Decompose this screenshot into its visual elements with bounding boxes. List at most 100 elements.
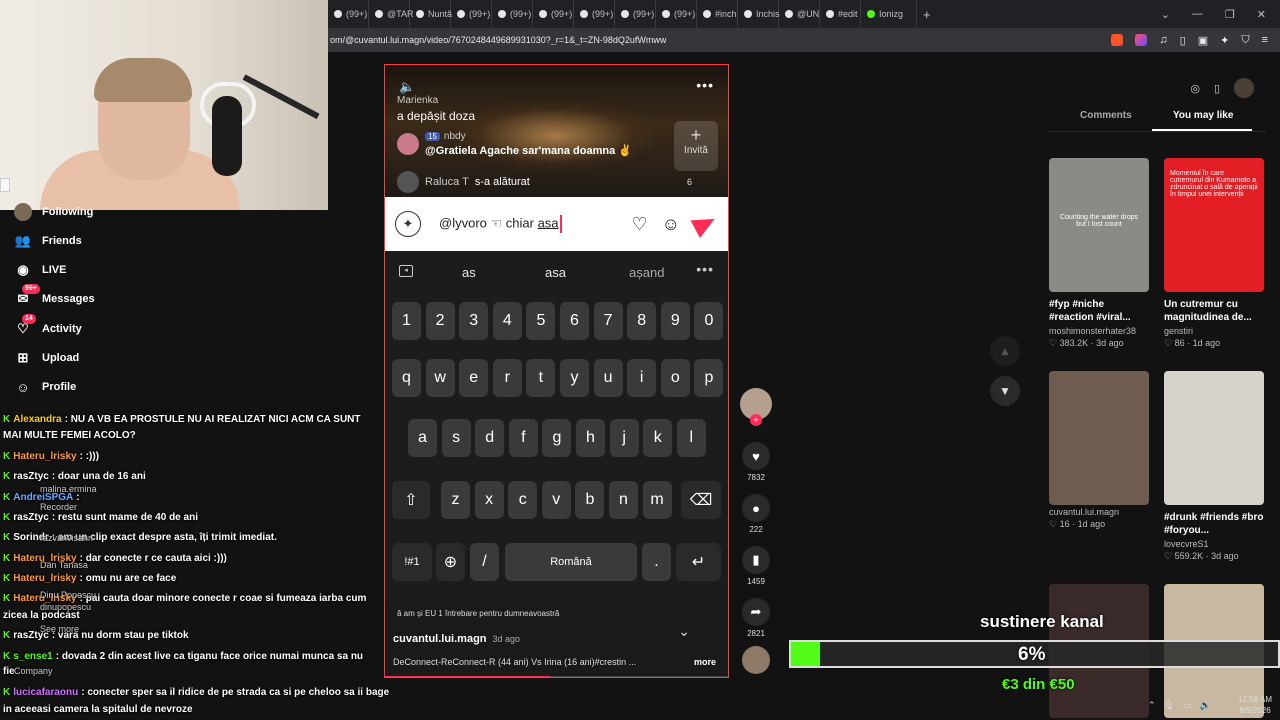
key-j[interactable]: j: [609, 419, 639, 457]
language-key[interactable]: ⊕: [436, 543, 465, 581]
browser-tab[interactable]: Inchis: [738, 0, 780, 28]
key-1[interactable]: 1: [392, 302, 421, 340]
close-icon[interactable]: ✕: [1257, 8, 1266, 21]
key-5[interactable]: 5: [526, 302, 556, 340]
clock[interactable]: 12:58 AM 8/9/2026: [1238, 694, 1280, 716]
sidebar-icon[interactable]: ▯: [1180, 34, 1186, 47]
key-n[interactable]: n: [609, 481, 638, 519]
menu-icon[interactable]: ≡: [1262, 34, 1268, 47]
key-p[interactable]: p: [694, 359, 724, 397]
browser-tab[interactable]: Ionizg: [861, 0, 917, 28]
video-progress-bar[interactable]: [385, 676, 728, 677]
dot-key[interactable]: .: [642, 543, 671, 581]
sidebar-item-following[interactable]: Following: [14, 202, 93, 222]
browser-tab[interactable]: #inch: [697, 0, 738, 28]
sparkle-icon[interactable]: ✦: [395, 211, 421, 237]
browser-tab[interactable]: (99+): [615, 0, 656, 28]
key-8[interactable]: 8: [627, 302, 657, 340]
creator-avatar-button[interactable]: +: [736, 388, 776, 426]
key-d[interactable]: d: [475, 419, 505, 457]
browser-tab[interactable]: (99+): [492, 0, 533, 28]
volume-tray-icon[interactable]: 🔊: [1200, 700, 1211, 711]
invite-button[interactable]: + Invită: [674, 121, 718, 171]
user-avatar[interactable]: [1234, 78, 1254, 98]
heart-button[interactable]: ♥ 7832: [736, 442, 776, 482]
mic-tray-icon[interactable]: 🎙: [1164, 700, 1175, 711]
keyboard-more-icon[interactable]: •••: [696, 261, 714, 277]
browser-tab[interactable]: #edit: [820, 0, 861, 28]
key-k[interactable]: k: [643, 419, 673, 457]
recommended-video-card[interactable]: cuvantul.lui.magn ♡ 16 · 1d ago: [1049, 371, 1149, 530]
sidebar-item-upload[interactable]: ⊞ Upload: [14, 348, 80, 368]
comment-input[interactable]: @lyvoro ☜ chiar asa: [439, 215, 562, 233]
key-w[interactable]: w: [425, 359, 455, 397]
follow-plus-icon[interactable]: +: [750, 414, 762, 426]
browser-tab[interactable]: Nuntă: [410, 0, 452, 28]
key-3[interactable]: 3: [459, 302, 489, 340]
key-2[interactable]: 2: [425, 302, 455, 340]
url-field[interactable]: om/@cuvantul.lui.magn/video/767024844968…: [328, 35, 948, 45]
brave-rewards-icon[interactable]: [1135, 33, 1148, 46]
phone-icon[interactable]: ▯: [1214, 82, 1220, 95]
heart-outline-icon[interactable]: ♡: [631, 214, 647, 235]
key-i[interactable]: i: [627, 359, 657, 397]
key-z[interactable]: z: [441, 481, 470, 519]
space-key[interactable]: Română: [505, 543, 637, 581]
music-disc-button[interactable]: [736, 646, 776, 674]
suggestion[interactable]: asa: [545, 265, 566, 280]
key-l[interactable]: l: [676, 419, 706, 457]
browser-tab[interactable]: (99+): [574, 0, 615, 28]
tab-you-may-like[interactable]: You may like: [1173, 110, 1233, 121]
browser-tab[interactable]: @TAR: [369, 0, 413, 28]
key-6[interactable]: 6: [560, 302, 589, 340]
key-m[interactable]: m: [642, 481, 672, 519]
slash-key[interactable]: /: [470, 543, 499, 581]
enter-key[interactable]: ↵: [676, 543, 721, 581]
next-video-button[interactable]: ▼: [990, 376, 1020, 406]
sidebar-item-profile[interactable]: ☺ Profile: [14, 377, 76, 397]
previous-video-button[interactable]: ▲: [990, 336, 1020, 366]
sidebar-item-activity[interactable]: ♡ 14 Activity: [14, 314, 82, 339]
more-link[interactable]: more: [694, 657, 716, 667]
tab-search-icon[interactable]: ⌄: [1161, 8, 1170, 21]
restore-icon[interactable]: ❐: [1225, 8, 1235, 21]
ai-icon[interactable]: ✦: [1220, 34, 1229, 47]
key-h[interactable]: h: [576, 419, 605, 457]
recommended-video-card[interactable]: #drunk #friends #bro #foryou... lovecvreS…: [1164, 371, 1264, 562]
brave-shield-icon[interactable]: [1111, 33, 1124, 46]
tray-chevron-icon[interactable]: ⌃: [1148, 700, 1156, 711]
new-tab-button[interactable]: +: [917, 0, 937, 28]
emoji-icon[interactable]: ☺: [662, 214, 680, 235]
key-g[interactable]: g: [542, 419, 572, 457]
browser-tab[interactable]: (99+): [328, 0, 369, 28]
browser-tab[interactable]: (99+): [451, 0, 492, 28]
key-y[interactable]: y: [560, 359, 589, 397]
key-o[interactable]: o: [660, 359, 690, 397]
backspace-key[interactable]: ⌫: [681, 481, 721, 519]
chevron-down-icon[interactable]: ⌄: [678, 623, 690, 640]
wallet-icon[interactable]: ▣: [1198, 34, 1208, 47]
key-a[interactable]: a: [408, 419, 437, 457]
suggestion[interactable]: as: [462, 265, 476, 280]
comment-button[interactable]: ● 222: [736, 494, 776, 534]
recommended-video-card[interactable]: Counting the water drops but I lost coun…: [1049, 158, 1149, 349]
key-e[interactable]: e: [459, 359, 489, 397]
suggestion[interactable]: așand: [629, 265, 664, 280]
send-icon[interactable]: [690, 210, 720, 238]
key-t[interactable]: t: [526, 359, 556, 397]
key-0[interactable]: 0: [694, 302, 724, 340]
key-9[interactable]: 9: [660, 302, 690, 340]
key-q[interactable]: q: [392, 359, 421, 397]
network-icon[interactable]: ▭: [1183, 700, 1192, 711]
music-icon[interactable]: ♫: [1159, 34, 1167, 47]
volume-icon[interactable]: 🔈: [399, 79, 415, 95]
sidebar-item-live[interactable]: ◉ LIVE: [14, 260, 66, 280]
browser-tab[interactable]: (99+): [533, 0, 574, 28]
clipboard-icon[interactable]: ◂: [399, 265, 413, 277]
browser-tab[interactable]: (99+): [656, 0, 697, 28]
video-player[interactable]: 🔈 ••• Marienka a depășit doza 15 nbdy @G…: [384, 64, 729, 678]
minimize-icon[interactable]: —: [1192, 8, 1203, 21]
key-4[interactable]: 4: [492, 302, 522, 340]
vpn-icon[interactable]: ⛉: [1241, 34, 1249, 47]
tab-comments[interactable]: Comments: [1080, 110, 1132, 121]
